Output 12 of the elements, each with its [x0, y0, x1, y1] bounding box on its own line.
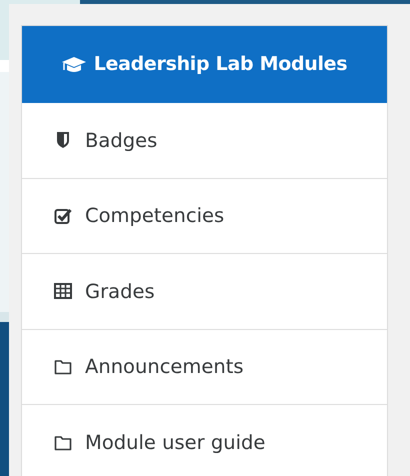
menu-item[interactable]: Announcements [22, 330, 387, 405]
menu-item[interactable]: Module user guide [22, 405, 387, 476]
menu-item[interactable]: Competencies [22, 178, 387, 254]
checkbox-icon [54, 206, 72, 225]
folder-icon [54, 358, 72, 376]
menu-item[interactable]: Badges [22, 103, 387, 178]
menu-title: Leadership Lab Modules [94, 52, 348, 78]
menu-item[interactable]: Grades [22, 254, 387, 330]
graduation-cap-icon [62, 56, 86, 74]
shield-icon [54, 131, 72, 150]
folder-icon [54, 434, 72, 452]
table-icon [54, 282, 72, 300]
